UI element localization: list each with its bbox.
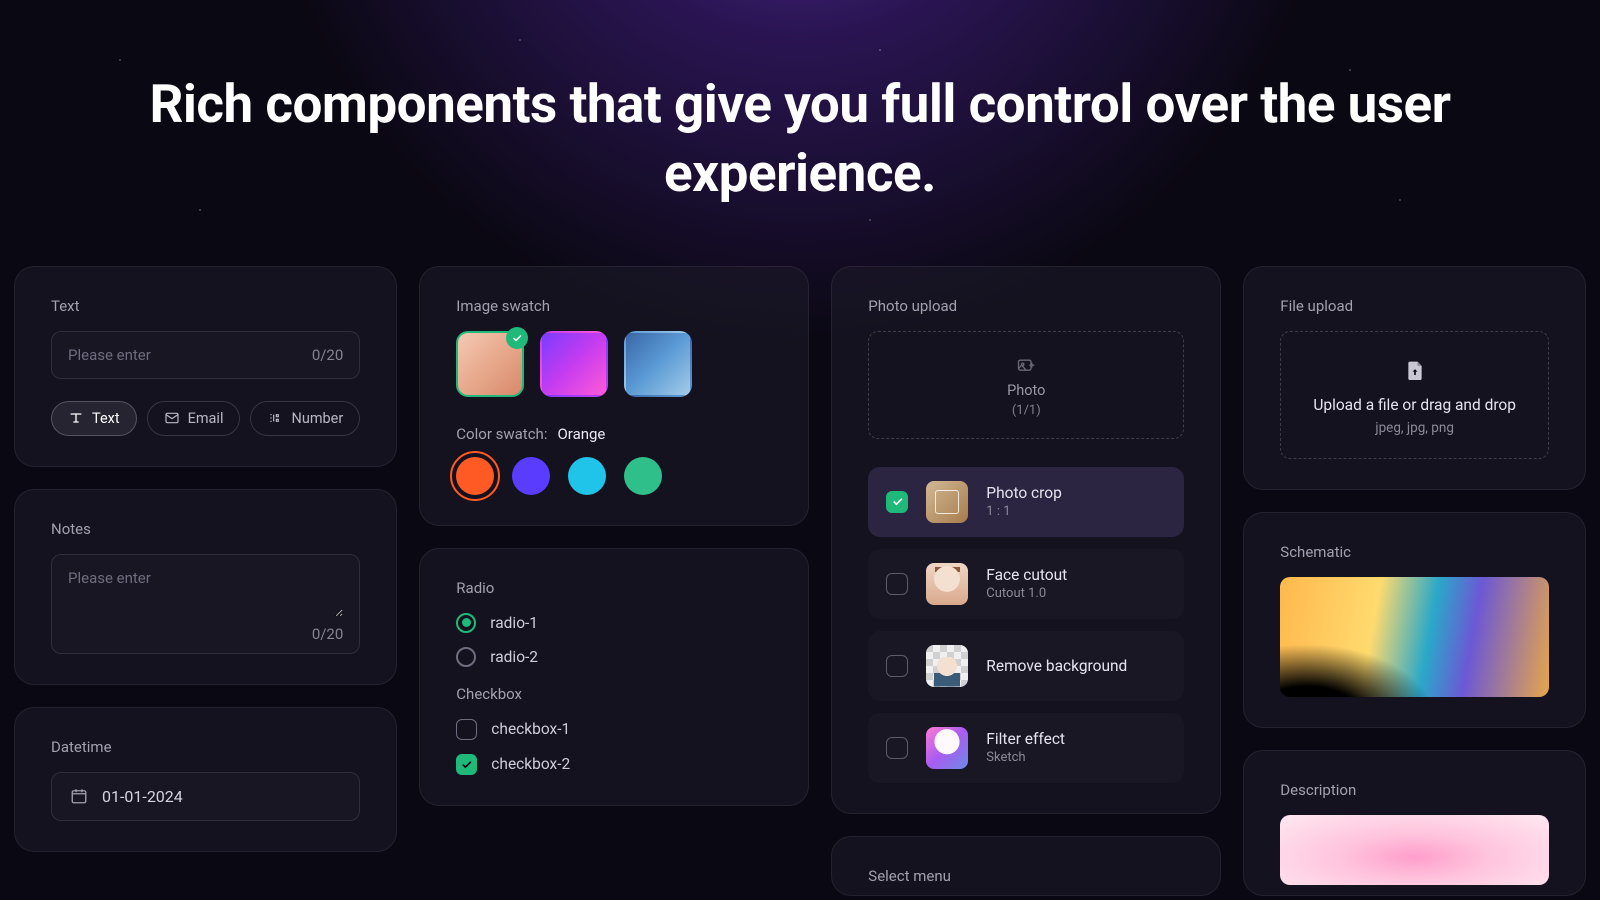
file-upload-card: File upload Upload a file or drag and dr… xyxy=(1243,266,1586,490)
checkbox-2-label: checkbox-2 xyxy=(491,755,570,773)
color-swatch-label: Color swatch: xyxy=(456,425,547,443)
radio-1-icon xyxy=(456,613,476,633)
option-remove-thumb xyxy=(926,645,968,687)
page-headline: Rich components that give you full contr… xyxy=(0,0,1600,248)
option-face-check xyxy=(886,573,908,595)
photo-drop-sub: (1/1) xyxy=(869,403,1183,418)
photo-drop-label: Photo xyxy=(869,382,1183,399)
option-remove-check xyxy=(886,655,908,677)
select-menu-card: Select menu xyxy=(831,836,1221,896)
image-swatch-3[interactable] xyxy=(624,331,692,397)
checkbox-1-label: checkbox-1 xyxy=(491,720,570,738)
photo-upload-label: Photo upload xyxy=(868,297,1184,315)
image-plus-icon xyxy=(1014,356,1038,376)
pill-text[interactable]: Text xyxy=(51,401,137,436)
checkbox-2-row[interactable]: checkbox-2 xyxy=(456,754,772,775)
file-upload-label: File upload xyxy=(1280,297,1549,315)
option-face-thumb xyxy=(926,563,968,605)
option-crop-thumb xyxy=(926,481,968,523)
option-filter-check xyxy=(886,737,908,759)
number-icon xyxy=(267,410,283,426)
text-placeholder: Please enter xyxy=(68,346,151,364)
option-face-title: Face cutout xyxy=(986,566,1067,584)
datetime-card: Datetime 01-01-2024 xyxy=(14,707,397,852)
option-remove-title: Remove background xyxy=(986,657,1127,675)
radio-2-icon xyxy=(456,647,476,667)
radio-2-label: radio-2 xyxy=(490,648,538,666)
photo-dropzone[interactable]: Photo (1/1) xyxy=(868,331,1184,439)
option-remove-bg[interactable]: Remove background xyxy=(868,631,1184,701)
checkbox-label: Checkbox xyxy=(456,685,772,703)
pill-number-label: Number xyxy=(291,410,343,427)
notes-textarea-wrap[interactable]: 0/20 xyxy=(51,554,360,654)
option-crop-sub: 1 : 1 xyxy=(986,504,1062,519)
swatch-card: Image swatch Color swatch: Orange xyxy=(419,266,809,526)
notes-textarea[interactable] xyxy=(68,569,343,617)
pill-number[interactable]: Number xyxy=(250,401,360,436)
calendar-icon xyxy=(70,787,88,805)
option-filter-sub: Sketch xyxy=(986,750,1065,765)
notes-counter: 0/20 xyxy=(68,625,343,643)
description-image xyxy=(1280,815,1549,885)
text-input[interactable]: Please enter 0/20 xyxy=(51,331,360,379)
option-crop-title: Photo crop xyxy=(986,484,1062,502)
radio-1-label: radio-1 xyxy=(490,614,538,632)
checkbox-1-icon xyxy=(456,719,477,740)
option-face-cutout[interactable]: Face cutout Cutout 1.0 xyxy=(868,549,1184,619)
radio-label: Radio xyxy=(456,579,772,597)
file-upload-text: Upload a file or drag and drop xyxy=(1301,396,1528,414)
radio-2-row[interactable]: radio-2 xyxy=(456,647,772,667)
datetime-label: Datetime xyxy=(51,738,360,756)
color-dot-green[interactable] xyxy=(624,457,662,495)
image-swatch-1[interactable] xyxy=(456,331,524,397)
check-icon xyxy=(506,327,528,349)
text-counter: 0/20 xyxy=(312,346,343,364)
color-dot-cyan[interactable] xyxy=(568,457,606,495)
option-filter[interactable]: Filter effect Sketch xyxy=(868,713,1184,783)
checkbox-2-icon xyxy=(456,754,477,775)
description-card: Description xyxy=(1243,750,1586,896)
radio-1-row[interactable]: radio-1 xyxy=(456,613,772,633)
option-photo-crop[interactable]: Photo crop 1 : 1 xyxy=(868,467,1184,537)
photo-upload-card: Photo upload Photo (1/1) Photo crop 1 : … xyxy=(831,266,1221,814)
checkbox-1-row[interactable]: checkbox-1 xyxy=(456,719,772,740)
datetime-value: 01-01-2024 xyxy=(102,787,183,806)
schematic-card: Schematic xyxy=(1243,512,1586,728)
notes-card: Notes 0/20 xyxy=(14,489,397,685)
schematic-label: Schematic xyxy=(1280,543,1549,561)
file-upload-formats: jpeg, jpg, png xyxy=(1301,420,1528,436)
option-filter-thumb xyxy=(926,727,968,769)
image-swatch-2[interactable] xyxy=(540,331,608,397)
pill-email-label: Email xyxy=(188,410,224,427)
option-crop-check xyxy=(886,491,908,513)
text-icon xyxy=(68,410,84,426)
file-dropzone[interactable]: Upload a file or drag and drop jpeg, jpg… xyxy=(1280,331,1549,459)
radio-checkbox-card: Radio radio-1 radio-2 Checkbox checkbox-… xyxy=(419,548,809,806)
color-dot-purple[interactable] xyxy=(512,457,550,495)
select-menu-label: Select menu xyxy=(868,867,1184,885)
color-swatch-value: Orange xyxy=(557,425,605,443)
pill-email[interactable]: Email xyxy=(147,401,241,436)
datetime-input[interactable]: 01-01-2024 xyxy=(51,772,360,821)
text-card: Text Please enter 0/20 Text Email xyxy=(14,266,397,467)
notes-label: Notes xyxy=(51,520,360,538)
pill-text-label: Text xyxy=(92,410,120,427)
text-label: Text xyxy=(51,297,360,315)
description-label: Description xyxy=(1280,781,1549,799)
option-filter-title: Filter effect xyxy=(986,730,1065,748)
schematic-image xyxy=(1280,577,1549,697)
color-dot-orange[interactable] xyxy=(456,457,494,495)
mail-icon xyxy=(164,410,180,426)
option-face-sub: Cutout 1.0 xyxy=(986,586,1067,601)
file-upload-icon xyxy=(1405,358,1425,382)
image-swatch-label: Image swatch xyxy=(456,297,772,315)
